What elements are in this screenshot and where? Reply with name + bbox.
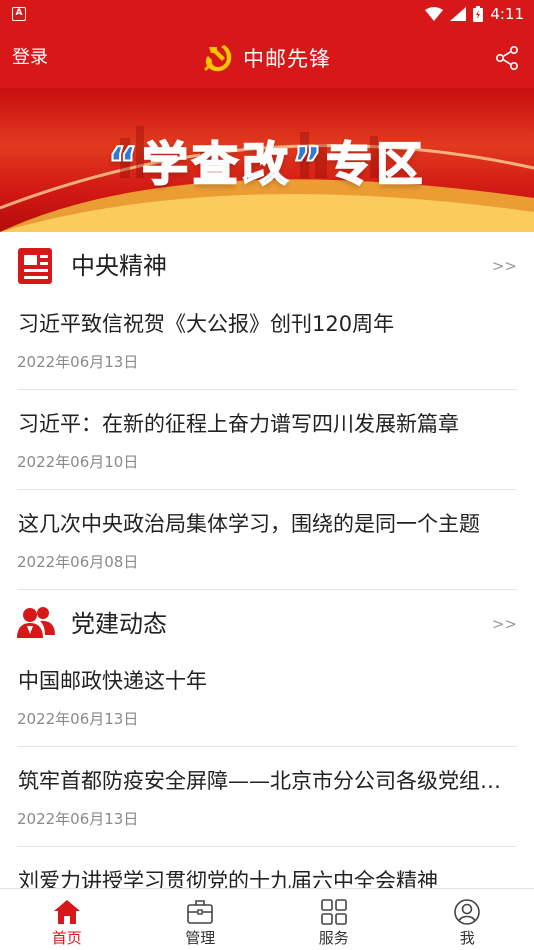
tab-label: 首页 — [51, 929, 82, 947]
people-icon — [17, 607, 55, 638]
system-status: 4:11 — [425, 4, 524, 24]
home-icon — [53, 900, 80, 924]
login-button[interactable]: 登录 — [12, 28, 48, 88]
tab-label: 我 — [459, 929, 475, 947]
page-title: 中邮先锋 — [243, 47, 331, 71]
news-item[interactable]: 习近平：在新的征程上奋力谱写四川发展新篇章 2022年06月10日 — [17, 390, 517, 490]
news-date: 2022年06月13日 — [17, 353, 139, 371]
tab-services[interactable]: 服务 — [267, 889, 401, 950]
news-date: 2022年06月08日 — [17, 553, 139, 571]
signal-icon — [450, 7, 467, 21]
tab-label: 服务 — [318, 929, 349, 947]
tab-me[interactable]: 我 — [401, 889, 534, 950]
clock: 4:11 — [490, 5, 524, 23]
battery-icon — [473, 6, 484, 22]
app-header: 登录 中邮先锋 — [0, 28, 534, 88]
news-date: 2022年06月13日 — [17, 810, 139, 828]
news-item[interactable]: 筑牢首都防疫安全屏障——北京市分公司各级党组织在行动 2022年06月13日 — [17, 747, 517, 847]
user-icon — [454, 899, 481, 925]
section-header-party-news: 党建动态 >> — [0, 590, 534, 650]
news-title: 习近平致信祝贺《大公报》创刊120周年 — [18, 312, 395, 336]
news-date: 2022年06月10日 — [17, 453, 139, 471]
briefcase-icon — [187, 900, 214, 924]
news-title: 这几次中央政治局集体学习，围绕的是同一个主题 — [18, 512, 480, 536]
header-title-group: 中邮先锋 — [0, 28, 534, 88]
news-title: 筑牢首都防疫安全屏障——北京市分公司各级党组织在行动 — [18, 769, 517, 793]
grid-icon — [320, 899, 347, 925]
tab-home[interactable]: 首页 — [0, 889, 134, 950]
news-item[interactable]: 这几次中央政治局集体学习，围绕的是同一个主题 2022年06月08日 — [17, 490, 517, 590]
bottom-tab-bar: 首页 管理 服务 我 — [0, 888, 534, 950]
notification-icon: A — [12, 7, 26, 21]
wifi-icon — [425, 7, 444, 21]
news-date: 2022年06月13日 — [17, 710, 139, 728]
tab-label: 管理 — [185, 929, 216, 947]
promo-banner[interactable]: “学查改”专区 — [0, 88, 534, 232]
news-item[interactable]: 习近平致信祝贺《大公报》创刊120周年 2022年06月13日 — [17, 290, 517, 390]
document-icon — [18, 248, 52, 284]
status-bar: A 4:11 — [0, 0, 534, 28]
section-header-central-spirit: 中央精神 >> — [0, 232, 534, 292]
share-icon[interactable] — [494, 45, 520, 71]
party-emblem-icon — [204, 45, 232, 72]
news-title: 习近平：在新的征程上奋力谱写四川发展新篇章 — [18, 412, 459, 436]
news-item[interactable]: 中国邮政快递这十年 2022年06月13日 — [17, 647, 517, 747]
banner-title: “学查改”专区 — [107, 136, 427, 192]
tab-manage[interactable]: 管理 — [134, 889, 268, 950]
news-title: 中国邮政快递这十年 — [18, 669, 207, 693]
